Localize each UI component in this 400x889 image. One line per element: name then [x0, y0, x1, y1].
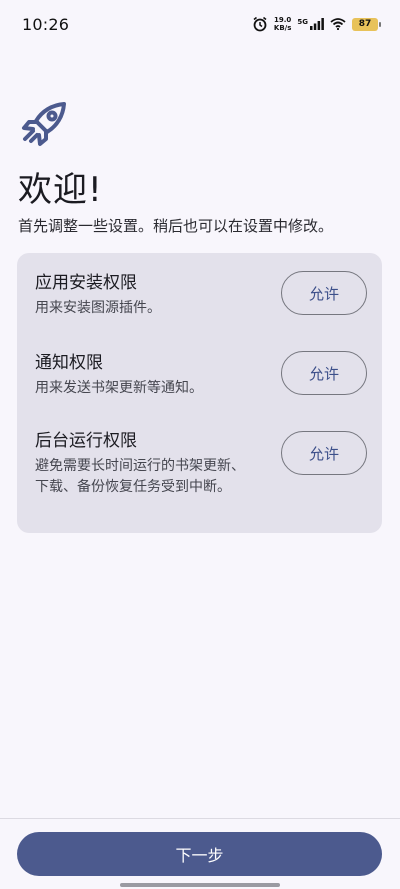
wifi-icon	[330, 18, 346, 30]
status-time: 10:26	[22, 14, 70, 34]
permission-background: 后台运行权限 避免需要长时间运行的书架更新、下载、备份恢复任务受到中断。 允许	[35, 429, 367, 498]
signal-icon	[310, 18, 324, 30]
allow-install-button[interactable]: 允许	[281, 271, 367, 315]
permission-notification: 通知权限 用来发送书架更新等通知。 允许	[35, 351, 367, 399]
permission-description: 用来发送书架更新等通知。	[35, 380, 203, 396]
alarm-icon	[253, 16, 267, 32]
permission-description: 用来安装图源插件。	[35, 300, 161, 316]
net-speed-unit: KB/s	[273, 24, 292, 32]
permissions-card: 应用安装权限 用来安装图源插件。 允许 通知权限 用来发送书架更新等通知。 允许…	[17, 253, 382, 533]
allow-background-button[interactable]: 允许	[281, 431, 367, 475]
gesture-bar[interactable]	[120, 883, 280, 887]
next-button[interactable]: 下一步	[17, 832, 382, 876]
battery-icon: 87	[352, 17, 381, 31]
battery-level: 87	[358, 19, 372, 29]
network-type: 5G	[297, 18, 308, 26]
status-bar: 10:26 19.0 KB/s 5G 87	[0, 0, 400, 48]
divider	[0, 818, 400, 819]
page-title: 欢迎!	[18, 170, 103, 210]
net-speed: 19.0 KB/s	[274, 16, 291, 32]
page-subtitle: 首先调整一些设置。稍后也可以在设置中修改。	[18, 217, 334, 235]
allow-notification-button[interactable]: 允许	[281, 351, 367, 395]
rocket-icon	[22, 102, 66, 146]
net-speed-value: 19.0	[273, 16, 292, 24]
permission-description: 避免需要长时间运行的书架更新、下载、备份恢复任务受到中断。	[35, 458, 245, 495]
status-icons: 19.0 KB/s 5G 87	[252, 16, 381, 32]
permission-install: 应用安装权限 用来安装图源插件。 允许	[35, 271, 367, 319]
